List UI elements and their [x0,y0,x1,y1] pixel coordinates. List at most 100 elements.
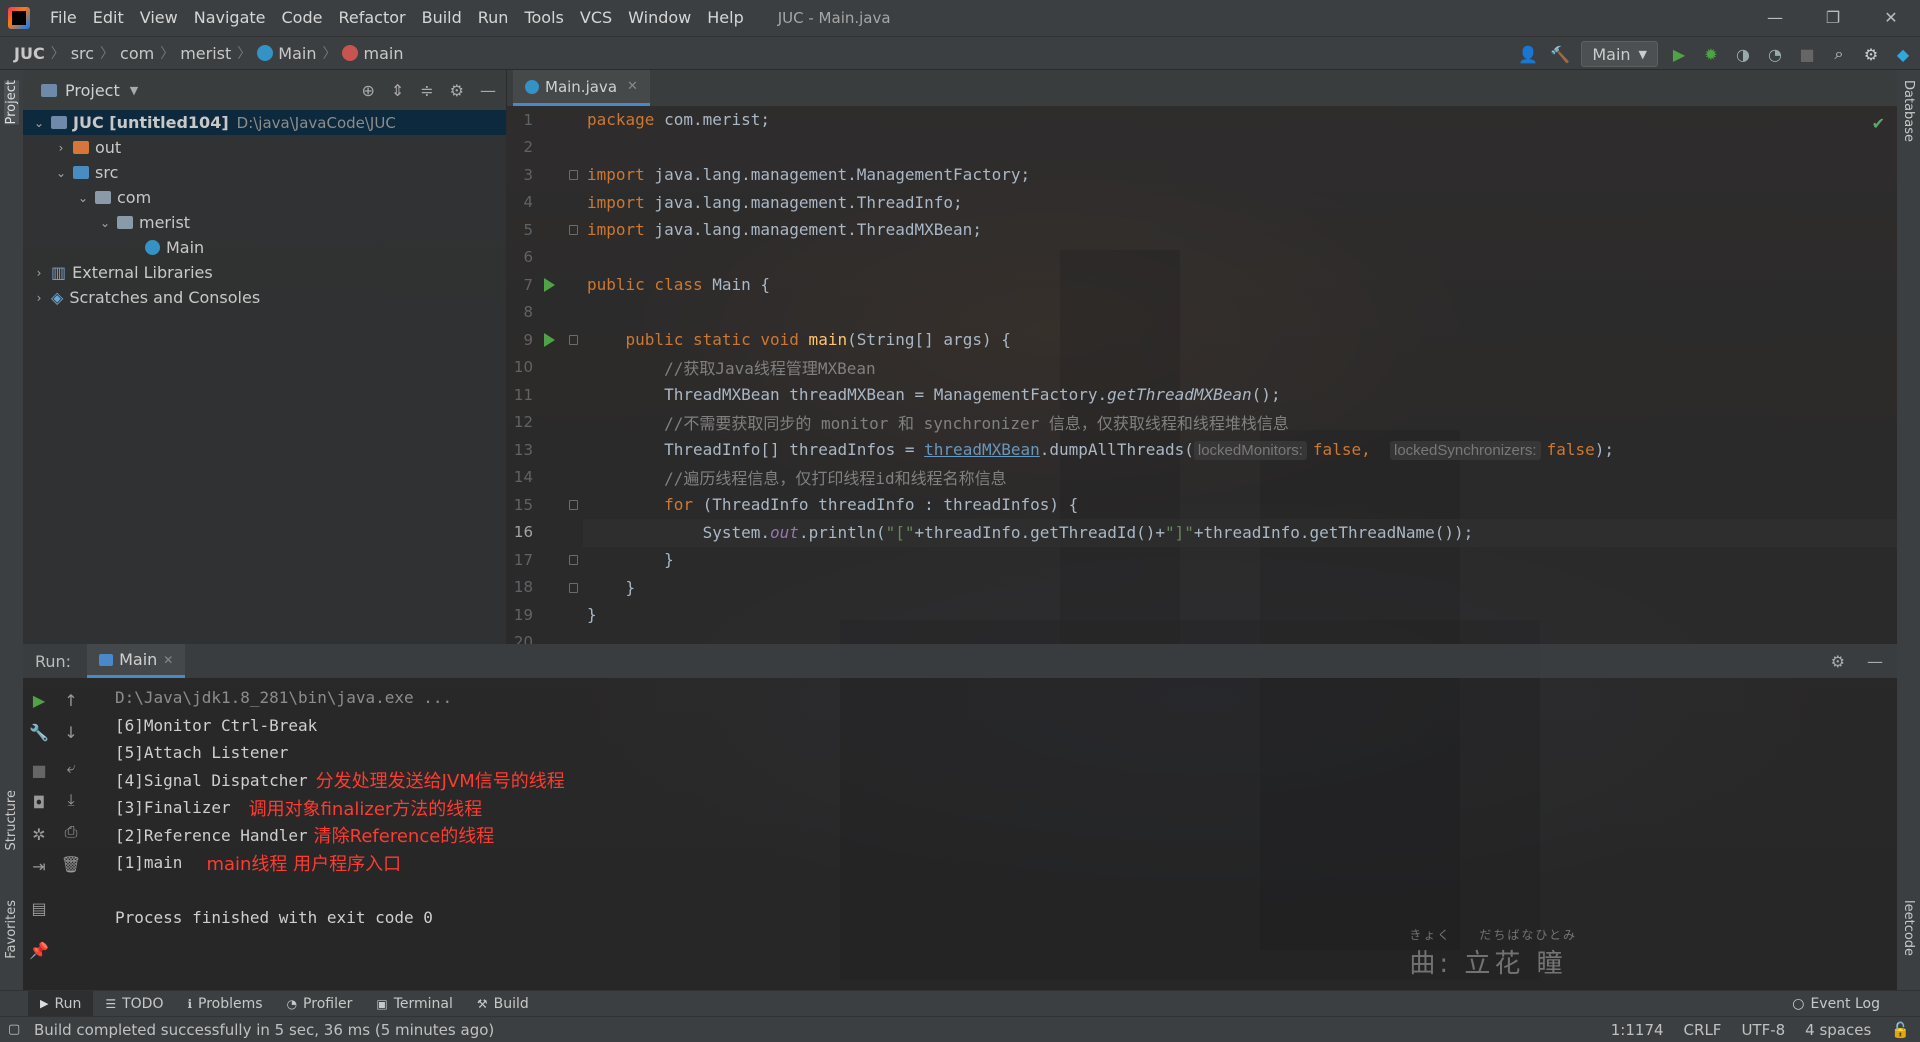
console-output[interactable]: D:\Java\jdk1.8_281\bin\java.exe ... [6]M… [115,684,1887,932]
caret-position[interactable]: 1:1174 [1611,1021,1664,1039]
menu-vcs[interactable]: VCS [572,0,620,36]
scroll-down-icon[interactable]: ↓ [61,722,81,742]
bottom-tab-run[interactable]: ▶ Run [28,990,94,1017]
menu-tools[interactable]: Tools [516,0,571,36]
menu-window[interactable]: Window [620,0,699,36]
chevron-right-icon[interactable]: › [53,141,69,155]
bug-icon[interactable]: ✲ [29,824,49,844]
collapse-all-icon[interactable]: ≑ [420,81,433,100]
editor-scrollbar[interactable] [1885,106,1897,644]
bottom-tab-terminal[interactable]: ▣ Terminal [364,991,465,1017]
lock-icon[interactable]: 🔓 [1891,1021,1910,1039]
breadcrumb-project[interactable]: JUC [0,44,51,63]
chevron-down-icon[interactable]: ▼ [130,84,138,97]
project-view-select[interactable]: Project [65,81,120,100]
stop-icon[interactable]: ■ [1796,43,1818,65]
tree-item-out[interactable]: › out [23,135,506,160]
gear-icon[interactable]: ⚙ [1831,652,1845,671]
wrench-icon[interactable]: 🔧 [29,722,49,742]
trash-icon[interactable]: 🗑 [61,854,81,874]
fold-marker-icon[interactable] [569,555,578,565]
coverage-icon[interactable]: ◑ [1732,43,1754,65]
rerun-icon[interactable]: ▶ [29,690,49,710]
file-encoding[interactable]: UTF-8 [1741,1021,1785,1039]
scroll-to-end-icon[interactable]: ⤓ [61,790,81,810]
close-button[interactable]: ✕ [1862,0,1920,36]
run-class-icon[interactable] [544,278,555,292]
chevron-down-icon[interactable]: ⌄ [97,216,113,230]
breadcrumb-merist[interactable]: merist [174,44,237,63]
chevron-right-icon[interactable]: › [31,266,47,280]
status-message[interactable]: Build completed successfully in 5 sec, 3… [0,1021,494,1039]
camera-icon[interactable]: ◘ [29,792,49,812]
breadcrumb-main-class[interactable]: Main [251,44,322,63]
menu-edit[interactable]: Edit [85,0,132,36]
user-icon[interactable]: 👤 [1517,43,1539,65]
locate-file-icon[interactable]: ⊕ [361,81,374,100]
debug-icon[interactable]: ✹ [1700,43,1722,65]
fold-marker-icon[interactable] [569,335,578,345]
tree-item-merist[interactable]: ⌄ merist [23,210,506,235]
tree-item-external-libraries[interactable]: › ▥ External Libraries [23,260,506,285]
tab-main-java[interactable]: Main.java ✕ [513,70,650,106]
soft-wrap-icon[interactable]: ⤶ [61,758,81,778]
menu-code[interactable]: Code [274,0,331,36]
pin-icon[interactable]: 📌 [29,940,49,960]
expand-all-icon[interactable]: ⇕ [391,81,404,100]
bottom-tab-todo[interactable]: ☰ TODO [93,991,175,1017]
database-tool-tab[interactable]: Database [1901,80,1916,142]
leetcode-tool-tab[interactable]: leetcode [1901,900,1916,956]
gear-icon[interactable]: ⚙ [450,81,464,100]
run-method-icon[interactable] [544,333,555,347]
close-tab-icon[interactable]: ✕ [163,653,173,667]
run-configuration-select[interactable]: Main ▼ [1581,41,1658,67]
layout-icon[interactable]: ▤ [29,898,49,918]
menu-refactor[interactable]: Refactor [330,0,413,36]
event-log-button[interactable]: ○ Event Log [1792,996,1880,1012]
run-tab-main[interactable]: Main ✕ [87,644,186,678]
fold-marker-icon[interactable] [569,225,578,235]
menu-help[interactable]: Help [699,0,751,36]
tree-item-main[interactable]: Main [23,235,506,260]
chevron-down-icon[interactable]: ⌄ [75,191,91,205]
chevron-down-icon[interactable]: ⌄ [31,116,47,130]
settings-gear-icon[interactable]: ⚙ [1860,43,1882,65]
jetbrains-toolbox-icon[interactable]: ◆ [1892,43,1914,65]
bottom-tab-build[interactable]: ⚒ Build [465,991,541,1017]
status-layout-icon[interactable]: ▢ [8,1022,20,1037]
search-icon[interactable]: ⌕ [1828,43,1850,65]
menu-file[interactable]: File [42,0,85,36]
tree-item-src[interactable]: ⌄ src [23,160,506,185]
tree-item-juc[interactable]: ⌄ JUC [untitled104] D:\java\JavaCode\JUC [23,110,506,135]
bottom-tab-profiler[interactable]: ◔ Profiler [275,991,365,1017]
profile-icon[interactable]: ◔ [1764,43,1786,65]
code-editor[interactable]: 1 package com.merist; 2 3 import java.la… [507,106,1897,644]
chevron-right-icon[interactable]: › [31,291,47,305]
breadcrumb-main-method[interactable]: main [336,44,409,63]
variable-link[interactable]: threadMXBean [924,440,1040,459]
chevron-down-icon[interactable]: ⌄ [53,166,69,180]
build-hammer-icon[interactable]: 🔨 [1549,43,1571,65]
fold-marker-icon[interactable] [569,170,578,180]
close-tab-icon[interactable]: ✕ [627,79,638,94]
project-tool-tab[interactable]: Project [4,80,19,125]
structure-tool-tab[interactable]: Structure [4,790,19,850]
bottom-tab-problems[interactable]: ℹ Problems [175,991,274,1017]
breadcrumb-src[interactable]: src [65,44,100,63]
hide-panel-icon[interactable]: — [480,81,496,100]
restore-button[interactable]: ❐ [1804,0,1862,36]
menu-view[interactable]: View [132,0,186,36]
print-icon[interactable]: ⎙ [61,822,81,842]
menu-run[interactable]: Run [470,0,517,36]
tree-item-com[interactable]: ⌄ com [23,185,506,210]
tree-item-scratches[interactable]: › ◈ Scratches and Consoles [23,285,506,310]
indent-setting[interactable]: 4 spaces [1805,1021,1871,1039]
inspection-ok-check-icon[interactable]: ✔ [1872,114,1885,133]
fold-marker-icon[interactable] [569,582,578,593]
menu-navigate[interactable]: Navigate [186,0,274,36]
menu-build[interactable]: Build [414,0,470,36]
minimize-button[interactable]: — [1746,0,1804,36]
favorites-tool-tab[interactable]: Favorites [4,900,19,959]
exit-icon[interactable]: ⇥ [29,856,49,876]
line-separator[interactable]: CRLF [1684,1021,1722,1039]
